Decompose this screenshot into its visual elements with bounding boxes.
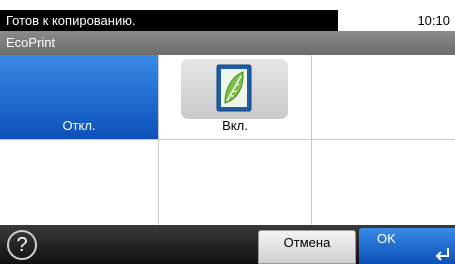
empty-cell bbox=[312, 140, 455, 225]
option-grid: Откл. Вкл. bbox=[0, 55, 455, 225]
empty-cell bbox=[159, 140, 312, 225]
screen-title: EcoPrint bbox=[0, 31, 455, 55]
help-button[interactable]: ? bbox=[7, 230, 37, 260]
bottom-bar: ? Отмена OK bbox=[0, 225, 455, 264]
option-on-label: Вкл. bbox=[222, 118, 248, 133]
clock: 10:10 bbox=[417, 13, 450, 28]
enter-icon bbox=[435, 248, 449, 261]
option-off-label: Откл. bbox=[62, 118, 96, 133]
ok-label: OK bbox=[377, 231, 396, 246]
status-message: Готов к копированию. bbox=[0, 10, 338, 31]
empty-cell bbox=[0, 140, 159, 225]
ecoprint-icon-frame bbox=[181, 59, 288, 119]
leaf-icon bbox=[216, 64, 252, 112]
cancel-button[interactable]: Отмена bbox=[258, 230, 356, 264]
option-on-button[interactable]: Вкл. bbox=[159, 55, 312, 140]
ok-button[interactable]: OK bbox=[359, 228, 455, 264]
status-bar: Готов к копированию. 10:10 bbox=[0, 0, 455, 31]
help-icon: ? bbox=[16, 234, 28, 256]
option-off-button[interactable]: Откл. bbox=[0, 55, 159, 140]
empty-cell bbox=[312, 55, 455, 140]
